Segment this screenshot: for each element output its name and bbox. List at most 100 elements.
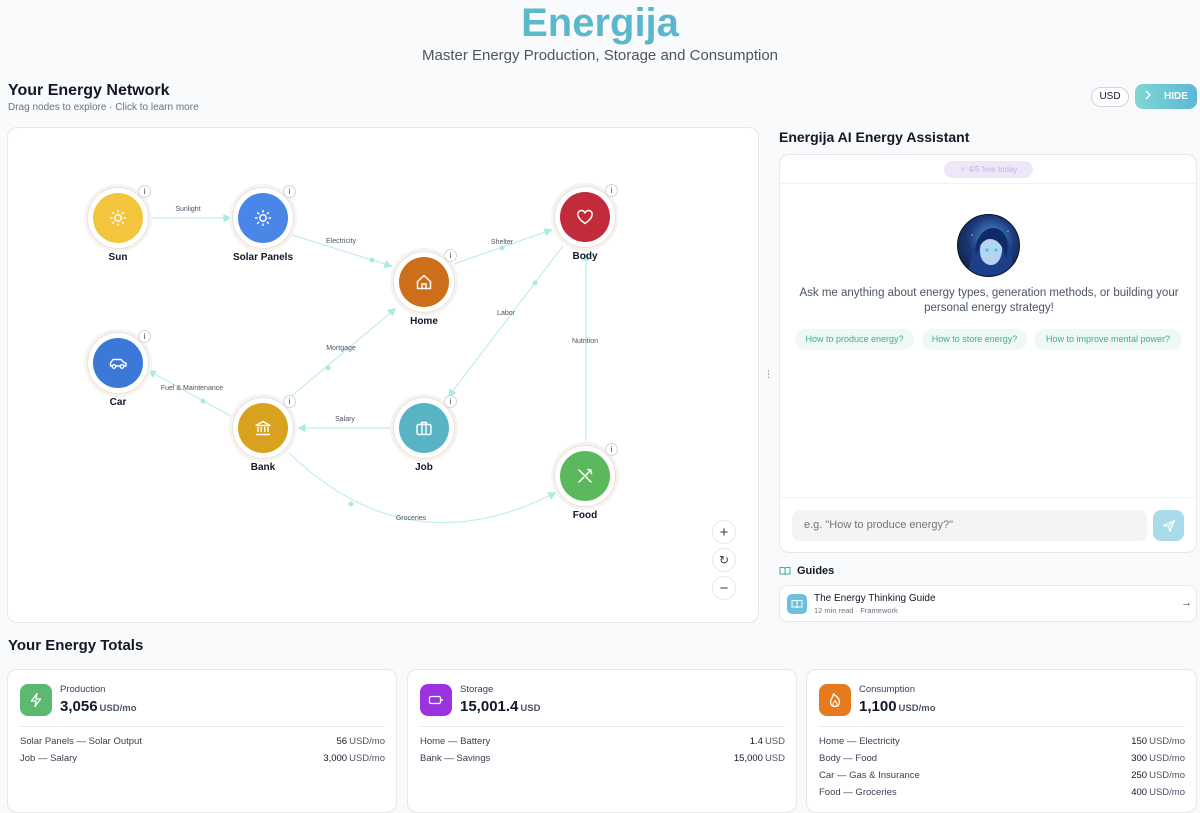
utensils-icon: [560, 451, 610, 501]
node-home[interactable]: i Home: [384, 249, 464, 327]
node-info-button[interactable]: i: [138, 185, 151, 198]
zoom-in-button[interactable]: +: [712, 520, 736, 544]
network-title: Your Energy Network: [8, 82, 170, 99]
panel-resize-handle[interactable]: ⋮: [764, 369, 773, 380]
bolt-icon: [20, 684, 52, 716]
edge-label-groceries: Groceries: [396, 515, 427, 522]
suggestion-chip[interactable]: How to store energy?: [922, 329, 1027, 350]
card-row: Solar Panels — Solar Output 56 USD/mo: [20, 736, 385, 747]
node-label: Home: [410, 316, 438, 327]
node-solar-panels[interactable]: i Solar Panels: [223, 185, 303, 263]
card-row: Home — Electricity 150 USD/mo: [819, 736, 1185, 747]
suggestion-chip[interactable]: How to improve mental power?: [1034, 329, 1182, 350]
assistant-avatar: [957, 214, 1020, 277]
node-label: Body: [572, 251, 598, 262]
suggestion-chip[interactable]: How to produce energy?: [795, 329, 914, 350]
edge-label-fuel: Fuel & Maintenance: [161, 385, 223, 392]
node-label: Job: [415, 462, 433, 473]
card-row: Job — Salary 3,000 USD/mo: [20, 753, 385, 764]
card-row: Body — Food 300 USD/mo: [819, 753, 1185, 764]
card-label: Storage: [460, 684, 494, 695]
node-label: Solar Panels: [232, 252, 294, 263]
bank-icon: [238, 403, 288, 453]
node-bank[interactable]: i Bank: [223, 395, 303, 473]
usage-badge: ✧ 4/5 free today: [944, 161, 1033, 178]
app-subtitle: Master Energy Production, Storage and Co…: [421, 47, 779, 64]
assistant-input[interactable]: [792, 510, 1147, 541]
reset-view-button[interactable]: ↻: [712, 548, 736, 572]
arrow-right-icon: →: [1181, 597, 1192, 609]
app-title: Energija: [0, 0, 1200, 46]
battery-icon: [420, 684, 452, 716]
node-job[interactable]: i Job: [384, 395, 464, 473]
consumption-card: Consumption 1,100 USD/mo Home — Electrici…: [806, 669, 1197, 813]
guide-title: The Energy Thinking Guide: [814, 593, 936, 604]
divider: [420, 726, 785, 727]
assistant-title: Energija AI Energy Assistant: [779, 129, 970, 145]
edge-labor: [447, 245, 564, 398]
edge-label-electricity: Electricity: [326, 238, 356, 245]
node-info-button[interactable]: i: [444, 395, 457, 408]
flame-icon: [819, 684, 851, 716]
currency-selector[interactable]: USD: [1091, 87, 1129, 107]
usage-badge-text: 4/5 free today: [968, 165, 1018, 174]
node-info-button[interactable]: i: [444, 249, 457, 262]
send-icon: [1162, 519, 1175, 532]
book-icon: [787, 594, 807, 614]
edge-label-shelter: Shelter: [491, 239, 514, 246]
card-label: Consumption: [859, 684, 915, 695]
node-car[interactable]: i Car: [78, 330, 158, 408]
home-icon: [399, 257, 449, 307]
heart-icon: [560, 192, 610, 242]
node-info-button[interactable]: i: [283, 395, 296, 408]
hide-label: HIDE: [1164, 91, 1188, 102]
node-label: Food: [572, 510, 598, 521]
network-subtitle: Drag nodes to explore · Click to learn m…: [8, 102, 199, 113]
guides-heading: Guides: [779, 565, 834, 577]
card-label: Production: [60, 684, 106, 695]
node-sun[interactable]: i Sun: [78, 185, 158, 263]
storage-card: Storage 15,001.4 USD Home — Battery 1.4 USD…: [407, 669, 797, 813]
node-info-button[interactable]: i: [605, 184, 618, 197]
sun-icon: [93, 193, 143, 243]
sun-icon: [238, 193, 288, 243]
node-info-button[interactable]: i: [138, 330, 151, 343]
energy-network-canvas[interactable]: Sunlight Electricity Shelter Labor Mortg…: [7, 127, 759, 623]
hide-button[interactable]: HIDE: [1135, 84, 1197, 109]
edge-label-labor: Labor: [497, 310, 516, 317]
edge-label-nutrition: Nutrition: [572, 338, 598, 345]
divider: [819, 726, 1185, 727]
card-row: Home — Battery 1.4 USD: [420, 736, 785, 747]
book-icon: [779, 567, 791, 576]
assistant-panel: ✧ 4/5 free today Ask me anything about e…: [779, 154, 1197, 553]
assistant-prompt: Ask me anything about energy types, gene…: [799, 287, 1179, 314]
guides-title: Guides: [797, 565, 835, 577]
node-info-button[interactable]: i: [605, 443, 618, 456]
node-info-button[interactable]: i: [283, 185, 296, 198]
node-label: Car: [109, 397, 127, 408]
car-icon: [93, 338, 143, 388]
edge-label-sunlight: Sunlight: [175, 206, 200, 213]
totals-title: Your Energy Totals: [8, 637, 144, 654]
zoom-out-button[interactable]: −: [712, 576, 736, 600]
edge-mortgage: [287, 307, 397, 400]
card-total: 1,100 USD/mo: [859, 698, 936, 715]
production-card: Production 3,056 USD/mo Solar Panels — So…: [7, 669, 397, 813]
briefcase-icon: [399, 403, 449, 453]
card-total: 3,056 USD/mo: [60, 698, 137, 715]
send-button[interactable]: [1153, 510, 1184, 541]
node-body[interactable]: i Body: [545, 184, 625, 262]
card-total: 15,001.4 USD: [460, 698, 541, 715]
node-label: Bank: [250, 462, 276, 473]
card-row: Car — Gas & Insurance 250 USD/mo: [819, 770, 1185, 781]
node-label: Sun: [108, 252, 128, 263]
edge-label-mortgage: Mortgage: [326, 345, 356, 352]
guide-item[interactable]: The Energy Thinking Guide 12 min read · …: [779, 585, 1197, 622]
guide-meta: 12 min read · Framework: [814, 606, 898, 615]
edge-label-salary: Salary: [335, 416, 355, 423]
sparkle-icon: ✧: [959, 165, 969, 174]
card-row: Food — Groceries 400 USD/mo: [819, 787, 1185, 798]
card-row: Bank — Savings 15,000 USD: [420, 753, 785, 764]
divider: [20, 726, 385, 727]
node-food[interactable]: i Food: [545, 443, 625, 521]
